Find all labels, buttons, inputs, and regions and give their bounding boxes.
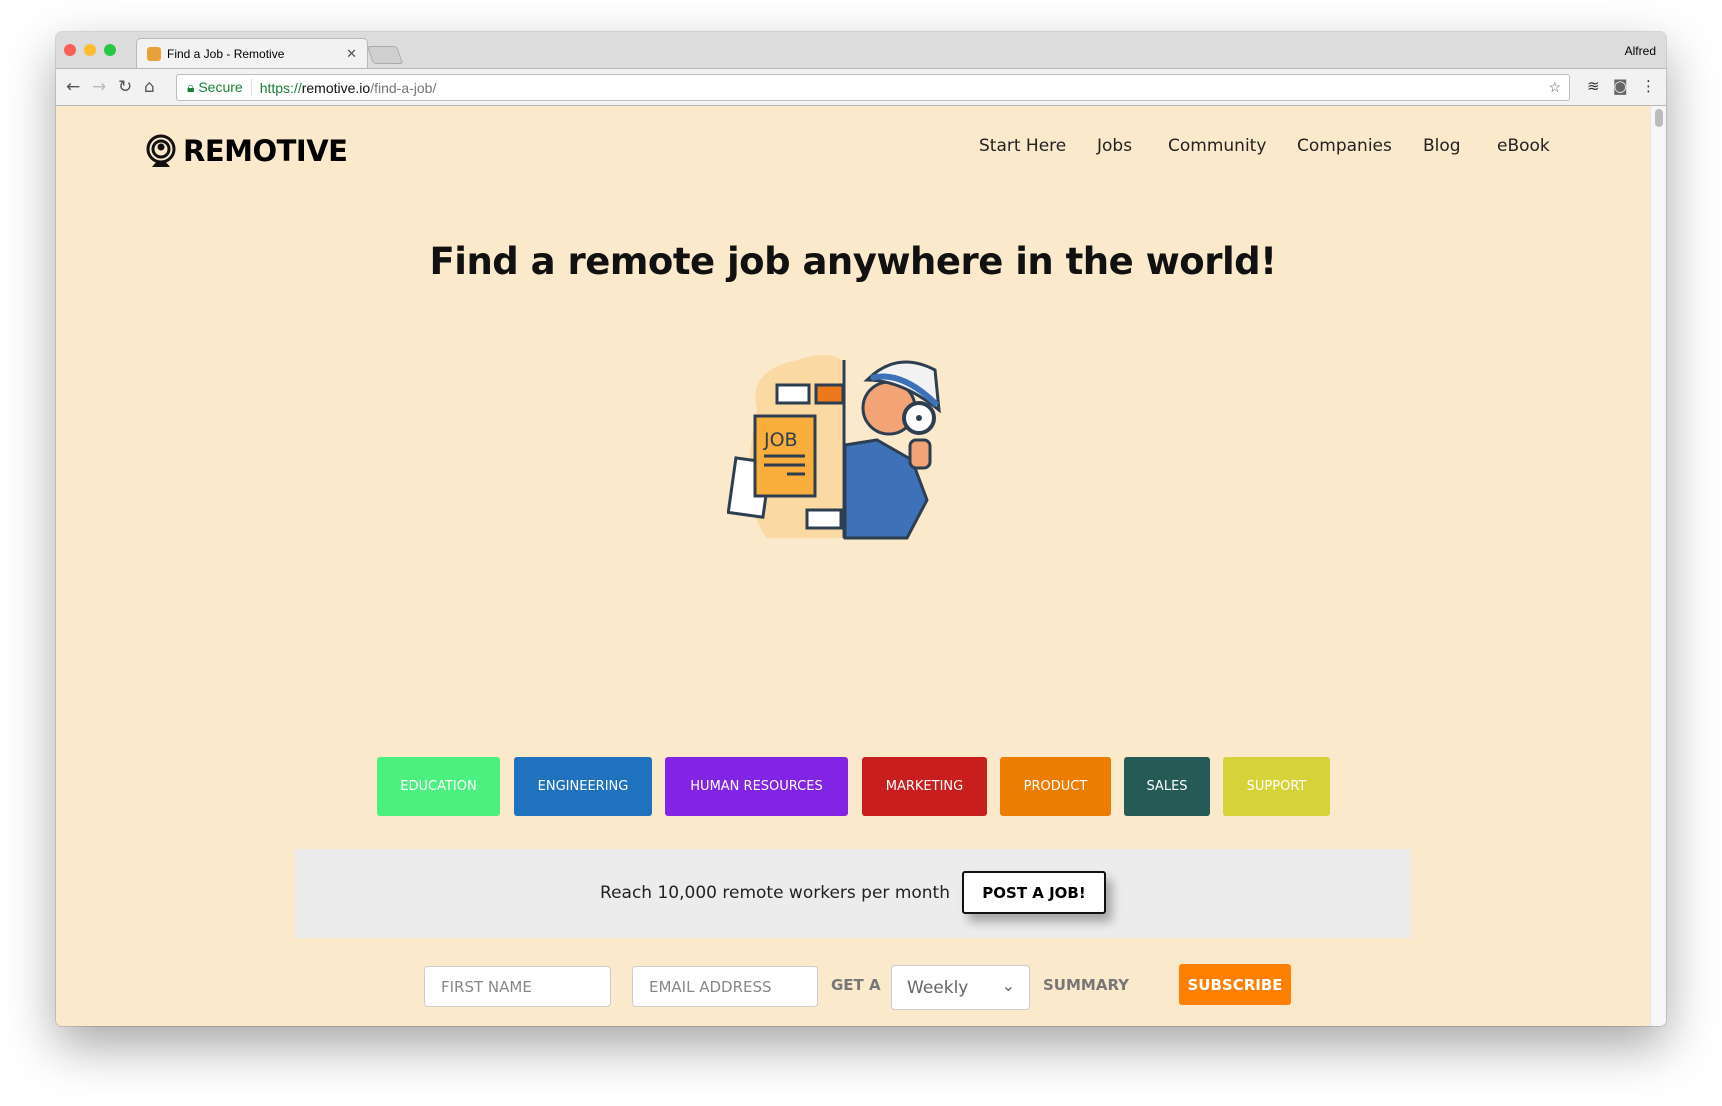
nav-companies[interactable]: Companies: [1297, 136, 1392, 156]
reload-icon[interactable]: ↻: [118, 77, 132, 97]
profile-name[interactable]: Alfred: [1625, 44, 1656, 58]
remotive-logo-icon: [146, 134, 176, 167]
promo-text: Reach 10,000 remote workers per month: [600, 883, 950, 903]
category-sales[interactable]: SALES: [1124, 757, 1210, 816]
category-product[interactable]: PRODUCT: [1000, 757, 1111, 816]
buffer-extension-icon[interactable]: ≋: [1587, 77, 1600, 95]
detective-illustration: JOB: [727, 355, 941, 540]
bookmark-star-icon[interactable]: ☆: [1548, 79, 1561, 96]
maximize-window-button[interactable]: [104, 44, 116, 56]
secure-indicator[interactable]: 🔒︎ Secure: [187, 79, 252, 96]
nav-blog[interactable]: Blog: [1423, 136, 1461, 156]
subscribe-button[interactable]: SUBSCRIBE: [1179, 964, 1291, 1005]
get-a-label: GET A: [831, 976, 881, 994]
hero-section: REMOTIVE Start Here Jobs Community Compa…: [56, 106, 1650, 742]
category-human-resources[interactable]: HUMAN RESOURCES: [665, 757, 848, 816]
address-bar[interactable]: 🔒︎ Secure https://remotive.io/find-a-job…: [176, 74, 1570, 101]
category-support[interactable]: SUPPORT: [1223, 757, 1330, 816]
tab-title: Find a Job - Remotive: [167, 46, 285, 61]
close-window-button[interactable]: [64, 44, 76, 56]
scrollbar-thumb[interactable]: [1655, 109, 1663, 127]
category-marketing[interactable]: MARKETING: [862, 757, 987, 816]
logo-text: REMOTIVE: [183, 134, 348, 168]
lock-icon: 🔒︎: [187, 79, 195, 95]
favicon-icon: [147, 46, 161, 61]
nav-ebook[interactable]: eBook: [1497, 136, 1550, 156]
post-a-job-button[interactable]: POST A JOB!: [962, 871, 1106, 914]
nav-jobs[interactable]: Jobs: [1097, 136, 1132, 156]
category-engineering[interactable]: ENGINEERING: [514, 757, 652, 816]
url-host: remotive.io: [301, 79, 371, 96]
page-content: REMOTIVE Start Here Jobs Community Compa…: [56, 106, 1650, 1026]
menu-icon[interactable]: ⋮: [1641, 77, 1656, 95]
nav-start-here[interactable]: Start Here: [979, 136, 1066, 156]
url-scheme: https://: [259, 79, 302, 96]
category-education[interactable]: EDUCATION: [377, 757, 500, 816]
email-input[interactable]: EMAIL ADDRESS: [632, 966, 818, 1007]
home-icon[interactable]: ⌂: [144, 77, 155, 97]
browser-toolbar: ← → ↻ ⌂ 🔒︎ Secure https://remotive.io/fi…: [56, 68, 1666, 106]
url-path: /find-a-job/: [370, 79, 437, 96]
illustration-job-text: JOB: [763, 429, 798, 451]
close-tab-icon[interactable]: ✕: [346, 46, 357, 62]
minimize-window-button[interactable]: [84, 44, 96, 56]
nav-community[interactable]: Community: [1168, 136, 1266, 156]
page-title: Find a remote job anywhere in the world!: [429, 240, 1277, 283]
post-job-banner: Reach 10,000 remote workers per month PO…: [295, 849, 1411, 938]
tab-strip: Find a Job - Remotive ✕ Alfred: [56, 32, 1666, 68]
chevron-down-icon: ⌄: [1001, 976, 1015, 995]
forward-icon[interactable]: →: [92, 77, 106, 97]
secure-label: Secure: [198, 79, 243, 95]
back-icon[interactable]: ←: [66, 77, 80, 97]
new-tab-button[interactable]: [366, 46, 404, 64]
frequency-value: Weekly: [907, 977, 969, 998]
browser-window: Find a Job - Remotive ✕ Alfred ← → ↻ ⌂ 🔒…: [56, 32, 1666, 1026]
summary-label: SUMMARY: [1043, 976, 1130, 994]
frequency-select[interactable]: Weekly ⌄: [891, 965, 1030, 1010]
pocket-extension-icon[interactable]: ◙: [1613, 77, 1628, 95]
site-logo[interactable]: REMOTIVE: [145, 134, 348, 168]
subscribe-bar: FIRST NAME EMAIL ADDRESS GET A Weekly ⌄ …: [56, 947, 1650, 1026]
first-name-input[interactable]: FIRST NAME: [424, 966, 611, 1007]
browser-tab[interactable]: Find a Job - Remotive ✕: [136, 38, 368, 68]
scrollbar[interactable]: [1650, 106, 1666, 1026]
